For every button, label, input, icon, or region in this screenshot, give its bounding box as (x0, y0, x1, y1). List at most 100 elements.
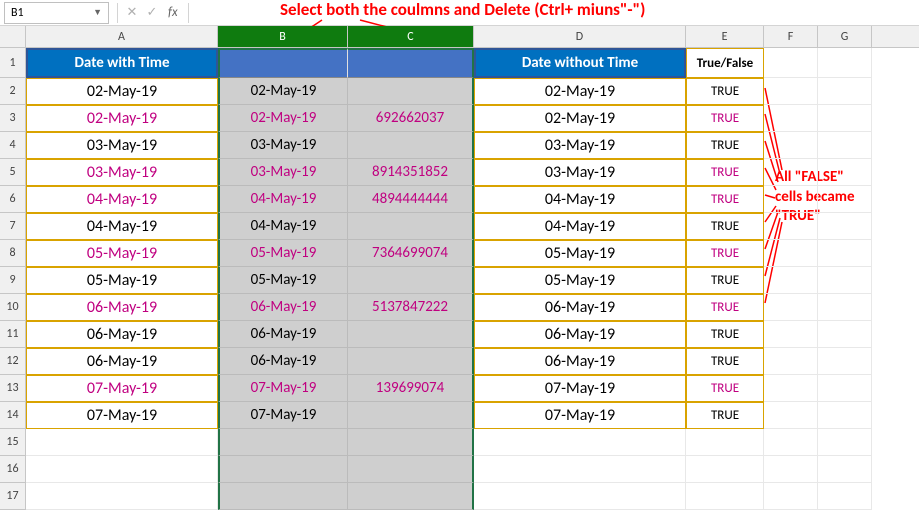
cell-true-false[interactable]: TRUE (686, 267, 764, 294)
fx-icon[interactable]: fx (168, 5, 178, 20)
cell-selected-b[interactable]: 04-May-19 (218, 186, 348, 213)
cell-date-without-time[interactable]: 03-May-19 (474, 159, 686, 186)
row-header[interactable]: 9 (0, 267, 26, 294)
cell[interactable] (764, 186, 818, 213)
cell-selected-c[interactable] (348, 78, 474, 105)
cell[interactable] (218, 429, 348, 456)
cell-selected-c[interactable] (348, 267, 474, 294)
row-header[interactable]: 11 (0, 321, 26, 348)
cell-date-with-time[interactable]: 03-May-19 (26, 159, 218, 186)
row-header[interactable]: 13 (0, 375, 26, 402)
cell-date-without-time[interactable]: 02-May-19 (474, 78, 686, 105)
row-header[interactable]: 2 (0, 78, 26, 105)
cell[interactable] (218, 456, 348, 483)
cell-date-with-time[interactable]: 06-May-19 (26, 294, 218, 321)
cell[interactable] (686, 483, 764, 510)
cell[interactable] (686, 456, 764, 483)
cell[interactable] (764, 402, 818, 429)
row-header[interactable]: 6 (0, 186, 26, 213)
cell-true-false[interactable]: TRUE (686, 105, 764, 132)
cell-date-without-time[interactable]: 03-May-19 (474, 132, 686, 159)
cell-date-without-time[interactable]: 06-May-19 (474, 294, 686, 321)
cell-selected-b[interactable]: 06-May-19 (218, 294, 348, 321)
cell[interactable] (348, 429, 474, 456)
row-header[interactable]: 5 (0, 159, 26, 186)
cell[interactable] (474, 429, 686, 456)
cell[interactable] (764, 456, 818, 483)
cell-selected-c[interactable]: 4894444444 (348, 186, 474, 213)
cell-selected-b[interactable]: 03-May-19 (218, 132, 348, 159)
cell-selected-b[interactable]: 02-May-19 (218, 78, 348, 105)
cell[interactable] (818, 456, 872, 483)
col-header-g[interactable]: G (818, 26, 872, 47)
cell-date-without-time[interactable]: 06-May-19 (474, 348, 686, 375)
cell-date-with-time[interactable]: 02-May-19 (26, 78, 218, 105)
cell-selected-b[interactable]: 02-May-19 (218, 105, 348, 132)
cell-date-with-time[interactable]: 06-May-19 (26, 321, 218, 348)
cell-date-with-time[interactable]: 03-May-19 (26, 132, 218, 159)
cell[interactable] (474, 456, 686, 483)
cell-true-false[interactable]: TRUE (686, 348, 764, 375)
cell-date-without-time[interactable]: 07-May-19 (474, 402, 686, 429)
cell-date-with-time[interactable]: 06-May-19 (26, 348, 218, 375)
cell[interactable] (218, 483, 348, 510)
row-header[interactable]: 8 (0, 240, 26, 267)
cell[interactable] (764, 213, 818, 240)
cell[interactable] (764, 321, 818, 348)
cell-selected-c[interactable]: 7364699074 (348, 240, 474, 267)
cell-date-with-time[interactable]: 07-May-19 (26, 375, 218, 402)
cell[interactable] (764, 429, 818, 456)
cell[interactable] (764, 240, 818, 267)
row-header[interactable]: 15 (0, 429, 26, 456)
cell-date-without-time[interactable]: 06-May-19 (474, 321, 686, 348)
header-cell-date-with-time[interactable]: Date with Time (26, 48, 218, 78)
cell-date-with-time[interactable]: 05-May-19 (26, 267, 218, 294)
cell[interactable] (818, 483, 872, 510)
cell-date-with-time[interactable]: 02-May-19 (26, 105, 218, 132)
cancel-icon[interactable]: ✕ (122, 3, 142, 23)
cell-selected-c[interactable] (348, 213, 474, 240)
cell[interactable] (818, 375, 872, 402)
cell-true-false[interactable]: TRUE (686, 321, 764, 348)
cell[interactable] (764, 483, 818, 510)
cell-selected-c[interactable]: 692662037 (348, 105, 474, 132)
name-box[interactable]: B1 ▼ (4, 2, 109, 24)
cell[interactable] (764, 159, 818, 186)
cell[interactable] (818, 402, 872, 429)
cell-true-false[interactable]: TRUE (686, 402, 764, 429)
cell-date-without-time[interactable]: 05-May-19 (474, 240, 686, 267)
cell-selected-b[interactable]: 04-May-19 (218, 213, 348, 240)
col-header-a[interactable]: A (26, 26, 218, 47)
cell-date-without-time[interactable]: 07-May-19 (474, 375, 686, 402)
selected-header-b[interactable] (218, 48, 348, 78)
cell[interactable] (818, 321, 872, 348)
cell-selected-c[interactable] (348, 348, 474, 375)
cell[interactable] (818, 348, 872, 375)
cell-selected-b[interactable]: 06-May-19 (218, 348, 348, 375)
cell[interactable] (686, 429, 764, 456)
col-header-d[interactable]: D (474, 26, 686, 47)
cell[interactable] (764, 132, 818, 159)
cell[interactable] (764, 348, 818, 375)
cell-true-false[interactable]: TRUE (686, 375, 764, 402)
select-all-corner[interactable] (0, 26, 26, 47)
cell-selected-c[interactable] (348, 321, 474, 348)
chevron-down-icon[interactable]: ▼ (93, 7, 102, 18)
cell-date-with-time[interactable]: 04-May-19 (26, 186, 218, 213)
col-header-c[interactable]: C (348, 26, 474, 47)
cell-selected-b[interactable]: 07-May-19 (218, 402, 348, 429)
confirm-icon[interactable]: ✓ (142, 3, 162, 23)
row-header[interactable]: 12 (0, 348, 26, 375)
cell[interactable] (818, 294, 872, 321)
cell[interactable] (26, 429, 218, 456)
cell-date-without-time[interactable]: 04-May-19 (474, 213, 686, 240)
cell-selected-b[interactable]: 03-May-19 (218, 159, 348, 186)
cell[interactable] (764, 78, 818, 105)
cell-true-false[interactable]: TRUE (686, 213, 764, 240)
cell[interactable] (818, 105, 872, 132)
row-header[interactable]: 10 (0, 294, 26, 321)
cell[interactable] (818, 213, 872, 240)
cell[interactable] (26, 456, 218, 483)
row-header[interactable]: 3 (0, 105, 26, 132)
row-header[interactable]: 7 (0, 213, 26, 240)
